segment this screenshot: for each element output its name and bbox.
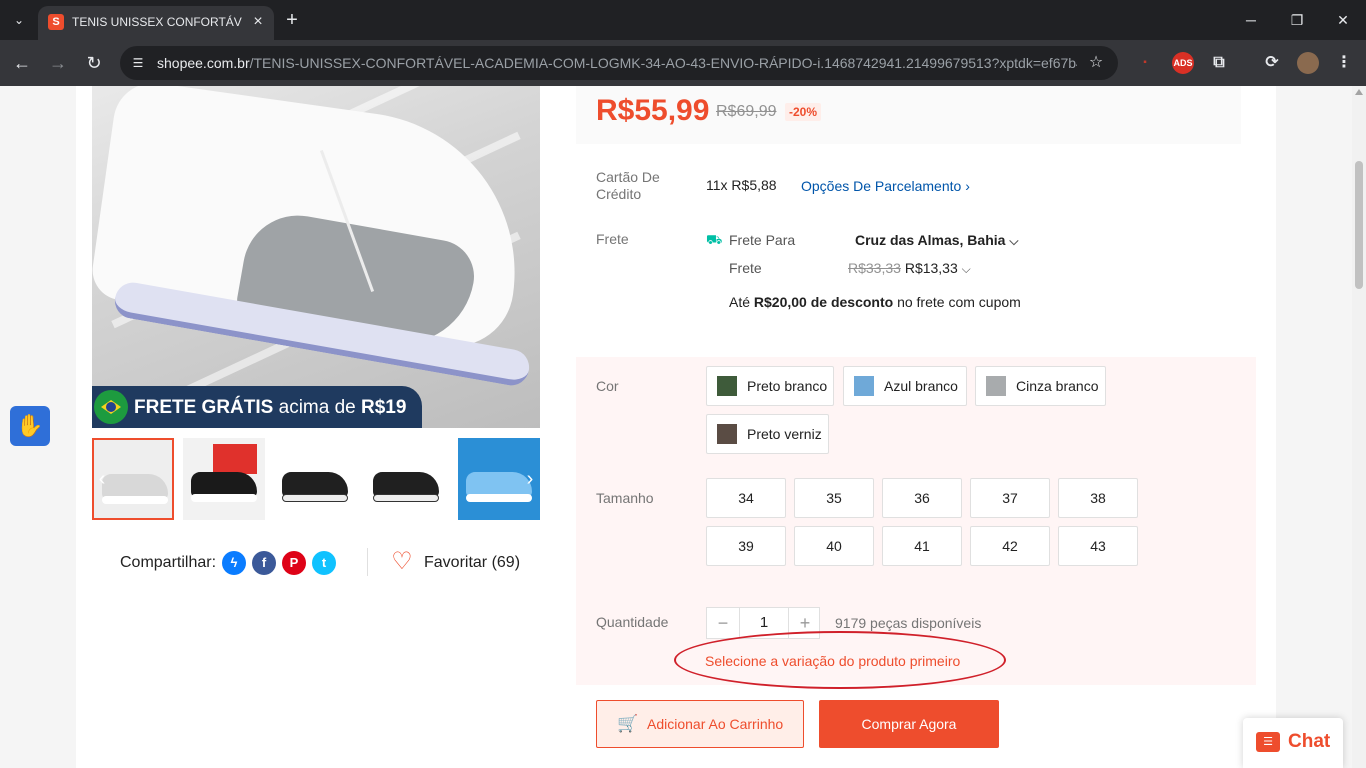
sync-icon[interactable]: ⟳ bbox=[1261, 52, 1283, 74]
bookmark-star-icon[interactable]: ☆ bbox=[1086, 53, 1106, 73]
url-text[interactable]: shopee.com.br/TENIS-UNISSEX-CONFORTÁVEL-… bbox=[157, 55, 1077, 71]
heart-icon[interactable]: ♡ bbox=[388, 549, 416, 575]
back-icon[interactable]: ← bbox=[8, 49, 36, 77]
messenger-icon[interactable]: ϟ bbox=[222, 551, 246, 575]
tab-close-icon[interactable]: × bbox=[248, 12, 268, 32]
minimize-icon[interactable]: ─ bbox=[1228, 0, 1274, 40]
variation-error-message: Selecione a variação do produto primeiro bbox=[705, 653, 961, 669]
stock-available: 9179 peças disponíveis bbox=[835, 615, 982, 631]
tab-title: TENIS UNISSEX CONFORTÁVEL bbox=[72, 15, 242, 29]
size-option-42[interactable]: 42 bbox=[970, 526, 1050, 566]
extension-icon[interactable]: ▪ bbox=[1134, 52, 1156, 74]
extensions-puzzle-icon[interactable]: ⧉ bbox=[1208, 52, 1230, 74]
installments-value: 11x R$5,88 bbox=[706, 177, 777, 193]
size-option-39[interactable]: 39 bbox=[706, 526, 786, 566]
thumbnail-prev-arrow-icon[interactable]: ‹ bbox=[92, 466, 112, 492]
color-label: Cor bbox=[596, 378, 619, 394]
page-scrollbar[interactable] bbox=[1352, 86, 1366, 768]
share-label: Compartilhar: bbox=[120, 554, 217, 571]
site-info-icon[interactable]: ☰ bbox=[130, 55, 146, 71]
add-to-cart-button[interactable]: 🛒 Adicionar Ao Carrinho bbox=[596, 700, 804, 748]
thumbnail-3[interactable] bbox=[274, 438, 356, 520]
quantity-label: Quantidade bbox=[596, 614, 669, 630]
color-option-cinza-branco[interactable]: Cinza branco bbox=[975, 366, 1106, 406]
installments-label: Cartão De Crédito bbox=[596, 169, 660, 202]
restore-icon[interactable]: ❐ bbox=[1274, 0, 1320, 40]
price-section: R$55,99 R$69,99 -20% bbox=[576, 86, 1241, 144]
scroll-up-arrow-icon[interactable] bbox=[1355, 89, 1363, 95]
share-divider bbox=[367, 548, 368, 576]
brazil-flag-icon bbox=[94, 390, 128, 424]
free-shipping-banner: FRETE GRÁTIS acima de R$19 bbox=[92, 386, 422, 428]
size-option-38[interactable]: 38 bbox=[1058, 478, 1138, 518]
size-option-36[interactable]: 36 bbox=[882, 478, 962, 518]
thumbnail-strip: ‹ › bbox=[92, 438, 542, 520]
chevron-right-icon: › bbox=[965, 178, 970, 194]
chevron-down-icon: ⌵ bbox=[961, 262, 971, 276]
original-price: R$69,99 bbox=[716, 103, 777, 120]
size-option-40[interactable]: 40 bbox=[794, 526, 874, 566]
swatch-image bbox=[854, 376, 874, 396]
color-option-preto-verniz[interactable]: Preto verniz bbox=[706, 414, 829, 454]
shipping-fee-label: Frete bbox=[729, 260, 762, 276]
tab-search-icon[interactable]: ⌄ bbox=[6, 8, 32, 32]
size-option-35[interactable]: 35 bbox=[794, 478, 874, 518]
thumbnail-2[interactable] bbox=[183, 438, 265, 520]
shopee-favicon-icon: S bbox=[48, 14, 64, 30]
swatch-image bbox=[986, 376, 1006, 396]
shipping-fee-select[interactable]: R$33,33 R$13,33 ⌵ bbox=[848, 260, 971, 278]
page-viewport: ✋ FRETE GRÁTIS acima de R$19 ‹ › Compart… bbox=[0, 86, 1366, 768]
shipping-to-label: Frete Para bbox=[729, 232, 796, 248]
size-option-41[interactable]: 41 bbox=[882, 526, 962, 566]
accessibility-hand-icon[interactable]: ✋ bbox=[10, 406, 50, 446]
quantity-minus-button[interactable]: − bbox=[707, 608, 739, 638]
chat-button[interactable]: ☰ Chat bbox=[1243, 718, 1343, 768]
installment-options-link[interactable]: Opções De Parcelamento › bbox=[801, 178, 970, 195]
current-price: R$55,99 bbox=[596, 94, 710, 127]
color-option-azul-branco[interactable]: Azul branco bbox=[843, 366, 967, 406]
browser-toolbar: ← → ↻ ☰ shopee.com.br/TENIS-UNISSEX-CONF… bbox=[0, 40, 1366, 86]
ads-extension-icon[interactable]: ADS bbox=[1172, 52, 1194, 74]
forward-icon[interactable]: → bbox=[44, 49, 72, 77]
profile-avatar[interactable] bbox=[1297, 52, 1319, 74]
scroll-thumb[interactable] bbox=[1355, 161, 1363, 289]
shipping-coupon-text: Até R$20,00 de desconto no frete com cup… bbox=[729, 294, 1021, 310]
cart-plus-icon: 🛒 bbox=[617, 714, 639, 733]
address-bar[interactable]: ☰ shopee.com.br/TENIS-UNISSEX-CONFORTÁVE… bbox=[120, 46, 1118, 80]
chevron-down-icon: ⌵ bbox=[1009, 234, 1019, 248]
size-option-37[interactable]: 37 bbox=[970, 478, 1050, 518]
new-tab-icon[interactable]: + bbox=[280, 8, 304, 32]
product-main-image[interactable]: FRETE GRÁTIS acima de R$19 bbox=[92, 86, 540, 428]
shipping-location-select[interactable]: Cruz das Almas, Bahia ⌵ bbox=[855, 232, 1018, 250]
thumbnail-4[interactable] bbox=[365, 438, 447, 520]
reload-icon[interactable]: ↻ bbox=[80, 49, 108, 77]
thumbnail-next-arrow-icon[interactable]: › bbox=[520, 466, 540, 492]
size-label: Tamanho bbox=[596, 490, 654, 506]
swatch-image bbox=[717, 424, 737, 444]
size-option-34[interactable]: 34 bbox=[706, 478, 786, 518]
chat-bubble-icon: ☰ bbox=[1256, 732, 1280, 752]
twitter-icon[interactable]: t bbox=[312, 551, 336, 575]
close-window-icon[interactable]: ✕ bbox=[1320, 0, 1366, 40]
facebook-icon[interactable]: f bbox=[252, 551, 276, 575]
truck-icon: ⛟ bbox=[706, 232, 723, 247]
browser-tab[interactable]: S TENIS UNISSEX CONFORTÁVEL × bbox=[38, 6, 274, 40]
favorite-button[interactable]: Favoritar (69) bbox=[424, 553, 520, 573]
discount-badge: -20% bbox=[785, 103, 822, 121]
swatch-image bbox=[717, 376, 737, 396]
buy-now-button[interactable]: Comprar Agora bbox=[819, 700, 999, 748]
color-option-preto-branco[interactable]: Preto branco bbox=[706, 366, 834, 406]
browser-tab-bar: ⌄ S TENIS UNISSEX CONFORTÁVEL × + ─ ❐ ✕ bbox=[0, 0, 1366, 40]
browser-menu-icon[interactable]: ⋮ bbox=[1333, 52, 1355, 74]
shipping-label: Frete bbox=[596, 231, 629, 247]
size-option-43[interactable]: 43 bbox=[1058, 526, 1138, 566]
pinterest-icon[interactable]: P bbox=[282, 551, 306, 575]
